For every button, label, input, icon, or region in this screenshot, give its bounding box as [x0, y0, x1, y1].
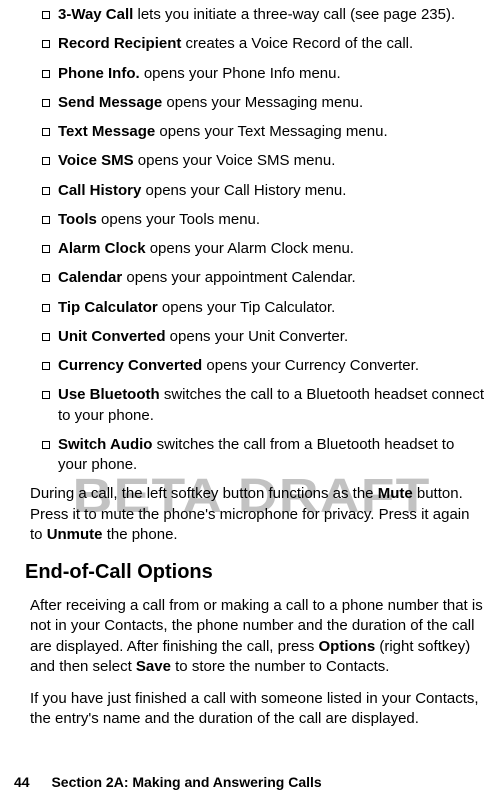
item-desc: opens your Voice SMS menu.: [134, 152, 336, 169]
page-content: 3-Way Call lets you initiate a three-way…: [30, 5, 485, 730]
item-desc: opens your Tip Calculator.: [158, 299, 336, 316]
item-desc: opens your Alarm Clock menu.: [146, 240, 354, 257]
section-label: Section 2A: Making and Answering Calls: [51, 774, 321, 790]
item-name: Switch Audio: [58, 436, 152, 453]
item-desc: opens your Tools menu.: [97, 211, 260, 228]
section-heading: End-of-Call Options: [25, 559, 485, 586]
options-label: Options: [319, 638, 376, 655]
feature-list: 3-Way Call lets you initiate a three-way…: [30, 5, 485, 475]
item-name: Use Bluetooth: [58, 386, 160, 403]
list-item: Unit Converted opens your Unit Converter…: [30, 327, 485, 347]
item-desc: opens your Currency Converter.: [202, 357, 419, 374]
page-footer: 44 Section 2A: Making and Answering Call…: [14, 773, 485, 792]
item-desc: opens your Messaging menu.: [162, 94, 363, 111]
list-item: Tip Calculator opens your Tip Calculator…: [30, 298, 485, 318]
end-of-call-paragraph-1: After receiving a call from or making a …: [30, 596, 485, 677]
text: to store the number to Contacts.: [171, 658, 389, 675]
list-item: 3-Way Call lets you initiate a three-way…: [30, 5, 485, 25]
item-desc: opens your Phone Info menu.: [140, 65, 341, 82]
item-name: Tools: [58, 211, 97, 228]
item-name: Phone Info.: [58, 65, 140, 82]
item-desc: opens your Call History menu.: [141, 182, 346, 199]
mute-paragraph: During a call, the left softkey button f…: [30, 484, 485, 545]
item-name: Unit Converted: [58, 328, 166, 345]
list-item: Record Recipient creates a Voice Record …: [30, 34, 485, 54]
list-item: Text Message opens your Text Messaging m…: [30, 122, 485, 142]
item-name: Voice SMS: [58, 152, 134, 169]
item-name: Record Recipient: [58, 35, 181, 52]
page-number: 44: [14, 773, 30, 792]
item-name: Send Message: [58, 94, 162, 111]
list-item: Use Bluetooth switches the call to a Blu…: [30, 385, 485, 426]
text: During a call, the left softkey button f…: [30, 485, 378, 502]
list-item: Currency Converted opens your Currency C…: [30, 356, 485, 376]
item-desc: lets you initiate a three-way call (see …: [133, 6, 455, 23]
item-name: Calendar: [58, 269, 122, 286]
item-desc: opens your appointment Calendar.: [122, 269, 356, 286]
save-label: Save: [136, 658, 171, 675]
mute-label: Mute: [378, 485, 413, 502]
list-item: Calendar opens your appointment Calendar…: [30, 268, 485, 288]
list-item: Voice SMS opens your Voice SMS menu.: [30, 151, 485, 171]
item-name: Tip Calculator: [58, 299, 158, 316]
item-name: Alarm Clock: [58, 240, 146, 257]
item-name: Call History: [58, 182, 141, 199]
list-item: Phone Info. opens your Phone Info menu.: [30, 64, 485, 84]
item-desc: creates a Voice Record of the call.: [181, 35, 413, 52]
item-desc: opens your Text Messaging menu.: [155, 123, 387, 140]
list-item: Alarm Clock opens your Alarm Clock menu.: [30, 239, 485, 259]
list-item: Tools opens your Tools menu.: [30, 210, 485, 230]
list-item: Call History opens your Call History men…: [30, 181, 485, 201]
end-of-call-paragraph-2: If you have just finished a call with so…: [30, 689, 485, 730]
list-item: Send Message opens your Messaging menu.: [30, 93, 485, 113]
item-desc: opens your Unit Converter.: [166, 328, 349, 345]
item-name: Text Message: [58, 123, 155, 140]
list-item: Switch Audio switches the call from a Bl…: [30, 435, 485, 476]
text: the phone.: [103, 526, 178, 543]
item-name: Currency Converted: [58, 357, 202, 374]
unmute-label: Unmute: [47, 526, 103, 543]
item-name: 3-Way Call: [58, 6, 133, 23]
